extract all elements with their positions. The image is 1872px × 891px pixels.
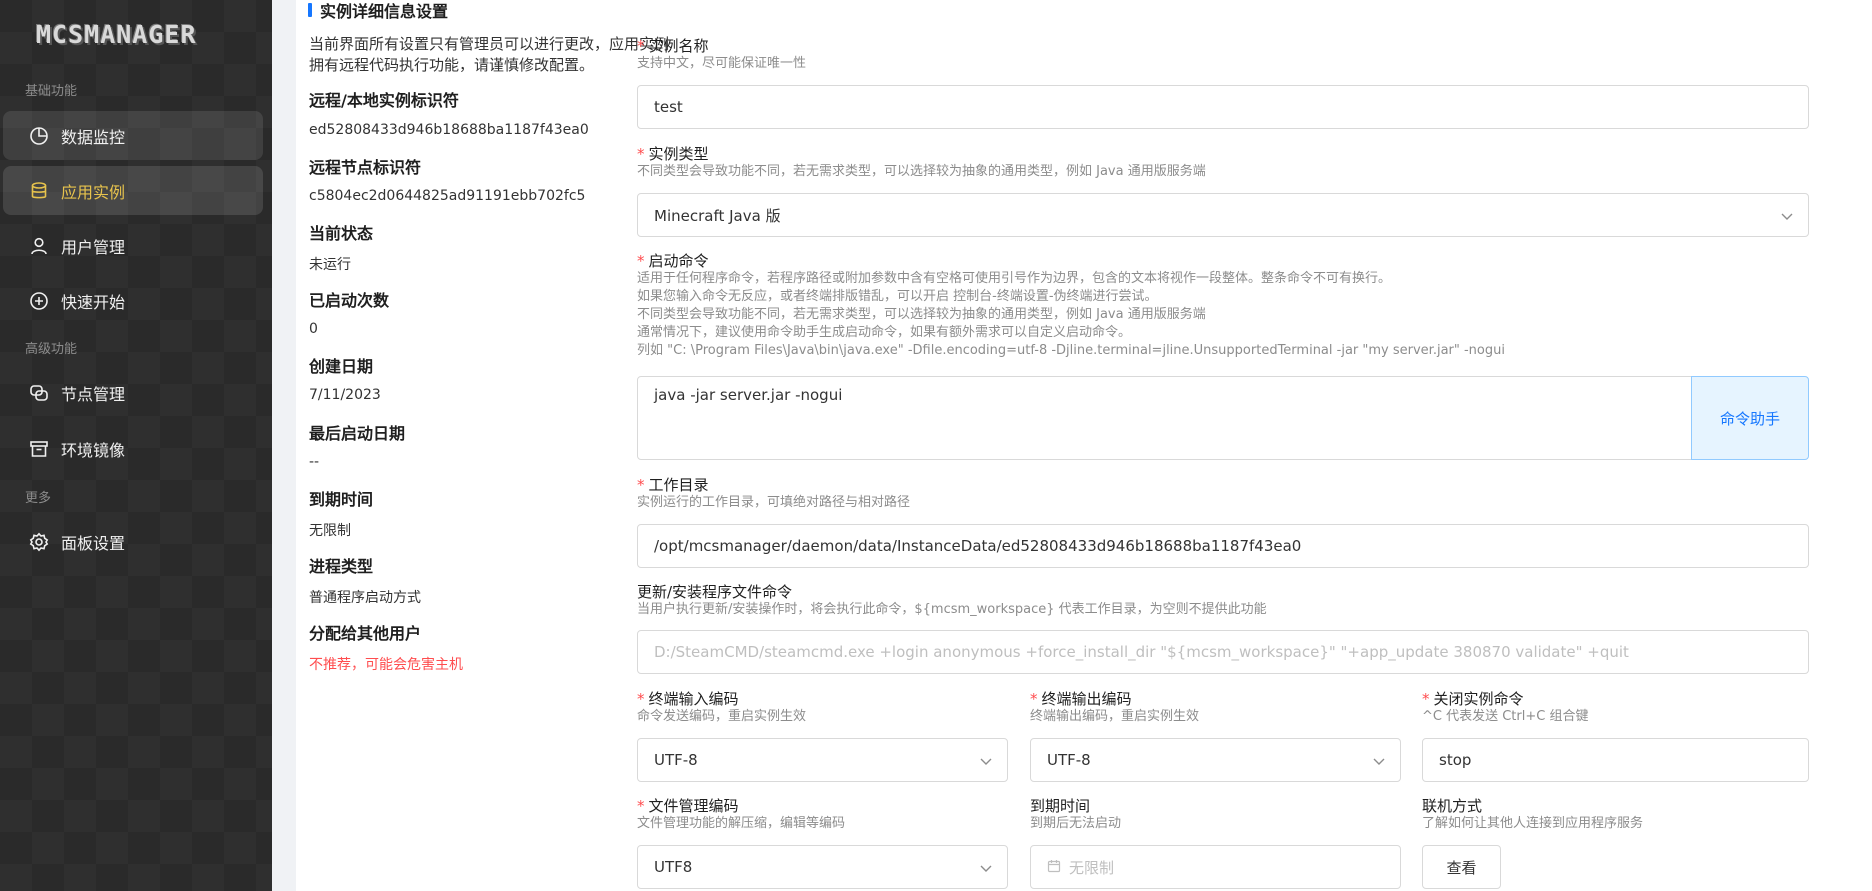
instance-settings-card: 实例详细信息设置 当前界面所有设置只有管理员可以进行更改，应用实例拥有远程代码执…	[296, 0, 1872, 891]
command-helper-button[interactable]: 命令助手	[1691, 376, 1809, 460]
user-icon	[29, 236, 49, 256]
hint-instance-name: 支持中文，尽可能保证唯一性	[637, 56, 807, 71]
label-instance-name: * 实例名称	[637, 37, 709, 55]
sidebar-item-label: 用户管理	[61, 237, 126, 257]
hint-start-command: 适用于任何程序命令，若程序路径或附加参数中含有空格可使用引号作为边界，包含的文本…	[637, 271, 1505, 358]
info-label-created: 创建日期	[309, 357, 374, 376]
admin-notice: 当前界面所有设置只有管理员可以进行更改，应用实例拥有远程代码执行功能，请谨慎修改…	[309, 35, 670, 74]
info-label-node-id: 远程节点标识符	[309, 158, 422, 177]
sidebar-item-users[interactable]: 用户管理	[3, 221, 263, 270]
hint-file-encoding: 文件管理功能的解压缩，编辑等编码	[637, 816, 846, 831]
output-encoding-select[interactable]: UTF-8	[1030, 738, 1401, 782]
info-value-expire: 无限制	[309, 523, 351, 539]
update-command-input[interactable]: D:/SteamCMD/steamcmd.exe +login anonymou…	[637, 630, 1809, 674]
sidebar-item-monitor[interactable]: 数据监控	[3, 111, 263, 160]
hint-expire-time: 到期后无法启动	[1030, 816, 1122, 831]
info-label-last-start: 最后启动日期	[309, 424, 406, 443]
info-label-expire: 到期时间	[309, 490, 374, 509]
sidebar-item-nodes[interactable]: 节点管理	[3, 368, 263, 417]
sidebar-item-instances[interactable]: 应用实例	[3, 166, 263, 215]
title-accent-bar	[308, 3, 312, 17]
node-icon	[29, 383, 49, 403]
sidebar-item-label: 快速开始	[61, 292, 126, 312]
info-value-status: 未运行	[309, 257, 351, 273]
nav-section-basic: 基础功能	[25, 84, 78, 99]
info-label-process-type: 进程类型	[309, 557, 374, 576]
hint-stop-command: ^C 代表发送 Ctrl+C 组合键	[1422, 709, 1589, 724]
main-content: 实例详细信息设置 当前界面所有设置只有管理员可以进行更改，应用实例拥有远程代码执…	[272, 0, 1872, 891]
chevron-down-icon	[1372, 754, 1386, 768]
plus-circle-icon	[29, 291, 49, 311]
info-label-assign: 分配给其他用户	[309, 624, 422, 643]
info-value-instance-id: ed52808433d946b18688ba1187f43ea0	[309, 122, 589, 138]
dashboard-icon	[29, 126, 49, 146]
hint-output-encoding: 终端输出编码，重启实例生效	[1030, 709, 1200, 724]
start-command-input[interactable]: java -jar server.jar -nogui	[637, 376, 1692, 460]
info-value-start-count: 0	[309, 321, 318, 337]
hint-input-encoding: 命令发送编码，重启实例生效	[637, 709, 807, 724]
label-file-encoding: * 文件管理编码	[637, 797, 739, 815]
sidebar-item-label: 应用实例	[61, 182, 126, 202]
image-icon	[29, 439, 49, 459]
input-encoding-select[interactable]: UTF-8	[637, 738, 1008, 782]
info-value-node-id: c5804ec2d0644825ad91191ebb702fc5	[309, 188, 586, 204]
hint-instance-type: 不同类型会导致功能不同，若无需求类型，可以选择较为抽象的通用类型，例如 Java…	[637, 164, 1206, 179]
nav-section-advanced: 高级功能	[25, 342, 78, 357]
label-start-command: * 启动命令	[637, 252, 709, 270]
label-update-command: 更新/安装程序文件命令	[637, 583, 793, 601]
label-working-dir: * 工作目录	[637, 476, 709, 494]
sidebar-item-quickstart[interactable]: 快速开始	[3, 276, 263, 325]
info-value-created: 7/11/2023	[309, 387, 381, 403]
database-icon	[29, 181, 49, 201]
info-label-status: 当前状态	[309, 224, 374, 243]
sidebar-item-settings[interactable]: 面板设置	[3, 517, 263, 566]
label-stop-command: * 关闭实例命令	[1422, 690, 1524, 708]
info-value-last-start: --	[309, 454, 320, 470]
info-label-instance-id: 远程/本地实例标识符	[309, 91, 459, 110]
info-label-start-count: 已启动次数	[309, 291, 390, 310]
sidebar-item-label: 环境镜像	[61, 440, 126, 460]
instance-type-select[interactable]: Minecraft Java 版	[637, 193, 1809, 237]
view-connect-button[interactable]: 查看	[1422, 845, 1501, 889]
sidebar-item-label: 面板设置	[61, 533, 126, 553]
nav-section-more: 更多	[25, 491, 52, 506]
file-encoding-select[interactable]: UTF8	[637, 845, 1008, 889]
sidebar-item-label: 数据监控	[61, 127, 126, 147]
chevron-down-icon	[979, 754, 993, 768]
label-output-encoding: * 终端输出编码	[1030, 690, 1132, 708]
chevron-down-icon	[979, 861, 993, 875]
sidebar-item-images[interactable]: 环境镜像	[3, 424, 263, 473]
sidebar-item-label: 节点管理	[61, 384, 126, 404]
calendar-icon	[1047, 859, 1063, 875]
instance-name-input[interactable]: test	[637, 85, 1809, 129]
expire-date-picker[interactable]: 无限制	[1030, 845, 1401, 889]
gear-icon	[29, 532, 49, 552]
chevron-down-icon	[1780, 209, 1794, 223]
sidebar: MCSMANAGER 基础功能 数据监控 应用实例 用户管理 快速开始 高级功能…	[0, 0, 272, 891]
label-input-encoding: * 终端输入编码	[637, 690, 739, 708]
stop-command-input[interactable]: stop	[1422, 738, 1809, 782]
info-value-assign-warning: 不推荐，可能会危害主机	[309, 657, 463, 673]
page-title: 实例详细信息设置	[308, 0, 448, 21]
label-connect-method: 联机方式	[1422, 797, 1483, 815]
info-value-process-type: 普通程序启动方式	[309, 590, 421, 606]
hint-update-command: 当用户执行更新/安装操作时，将会执行此命令，${mcsm_workspace} …	[637, 602, 1267, 617]
working-dir-input[interactable]: /opt/mcsmanager/daemon/data/InstanceData…	[637, 524, 1809, 568]
hint-working-dir: 实例运行的工作目录，可填绝对路径与相对路径	[637, 495, 911, 510]
instance-info-panel: 当前界面所有设置只有管理员可以进行更改，应用实例拥有远程代码执行功能，请谨慎修改…	[309, 34, 679, 673]
hint-connect-method: 了解如何让其他人连接到应用程序服务	[1422, 816, 1644, 831]
label-instance-type: * 实例类型	[637, 145, 709, 163]
app-logo: MCSMANAGER	[36, 20, 197, 49]
label-expire-time: 到期时间	[1030, 797, 1091, 815]
